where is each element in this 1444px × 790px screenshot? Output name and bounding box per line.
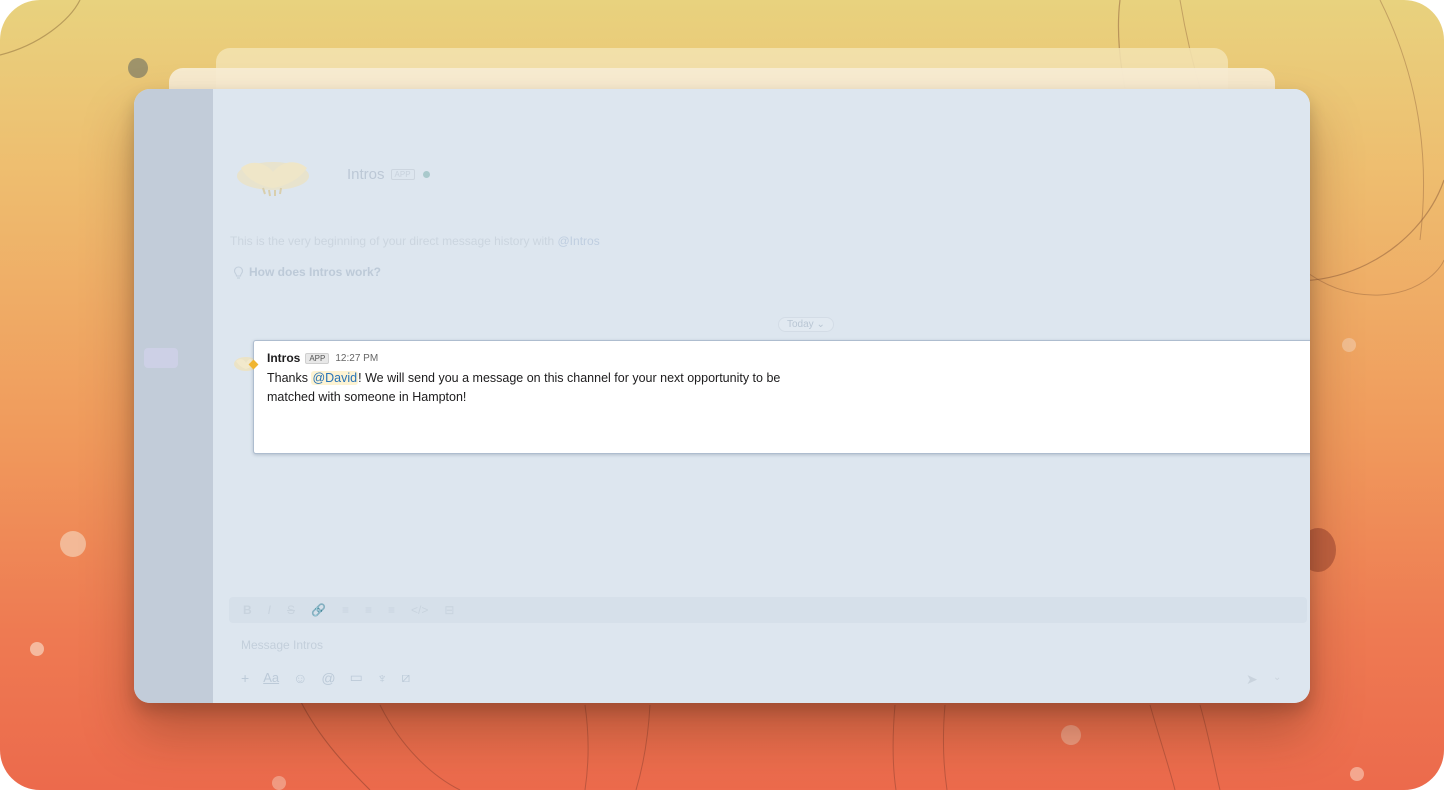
- lightbulb-icon: [233, 265, 244, 279]
- strikethrough-icon[interactable]: S: [287, 603, 295, 617]
- link-icon[interactable]: 🔗: [311, 603, 326, 617]
- sidebar: [134, 89, 213, 703]
- message-body: Thanks @David! We will send you a messag…: [267, 369, 787, 407]
- bg-dot: [1350, 767, 1364, 781]
- message-input[interactable]: Message Intros: [241, 638, 323, 652]
- composer-format-toolbar: B I S 🔗 ≡ ≡ ≡ </> ⊟: [229, 597, 1307, 623]
- app-profile-header: Intros APP: [233, 144, 430, 204]
- user-mention[interactable]: @David: [311, 371, 359, 385]
- message-header: Intros APP 12:27 PM: [267, 351, 378, 365]
- how-does-it-work-link[interactable]: How does Intros work?: [233, 265, 381, 279]
- code-block-icon[interactable]: ⊟: [444, 603, 454, 617]
- date-divider-label: Today: [787, 319, 814, 330]
- dm-intro-text: This is the very beginning of your direc…: [230, 234, 600, 248]
- chevron-down-icon: ⌄: [816, 319, 825, 330]
- handshake-icon: [237, 162, 309, 197]
- chevron-down-icon[interactable]: ⌄: [1273, 672, 1281, 683]
- message-timestamp[interactable]: 12:27 PM: [335, 353, 378, 364]
- ordered-list-icon[interactable]: ≡: [342, 603, 349, 617]
- mention-icon[interactable]: @: [321, 670, 335, 686]
- message-app-badge: APP: [305, 352, 330, 364]
- emoji-icon[interactable]: ☺: [293, 670, 307, 686]
- message-text: Thanks: [267, 371, 312, 385]
- plus-icon[interactable]: +: [241, 670, 249, 686]
- code-icon[interactable]: </>: [411, 603, 428, 617]
- app-name[interactable]: Intros: [347, 166, 385, 183]
- bg-dot: [272, 776, 286, 790]
- app-window: Intros APP This is the very beginning of…: [134, 89, 1310, 703]
- how-link-label: How does Intros work?: [249, 265, 382, 279]
- bg-dot: [1342, 338, 1356, 352]
- bg-dot: [128, 58, 148, 78]
- bg-dot: [1061, 725, 1081, 745]
- formatting-icon[interactable]: Aa: [263, 670, 279, 685]
- message-sender[interactable]: Intros: [267, 351, 300, 365]
- video-icon[interactable]: ▭: [350, 669, 363, 686]
- background-stage: Intros APP This is the very beginning of…: [0, 0, 1444, 790]
- sidebar-item-active[interactable]: [144, 348, 178, 368]
- presence-dot: [422, 170, 430, 178]
- microphone-icon[interactable]: ♆: [377, 670, 388, 686]
- intro-text: This is the very beginning of your direc…: [230, 234, 555, 248]
- app-badge: APP: [390, 168, 415, 180]
- message[interactable]: Intros APP 12:27 PM Thanks @David! We wi…: [248, 340, 1310, 454]
- bold-icon[interactable]: B: [243, 603, 252, 617]
- bg-dot: [60, 531, 86, 557]
- composer-actions: + Aa ☺ @ ▭ ♆ ⧄: [241, 669, 410, 686]
- date-divider[interactable]: Today ⌄: [778, 317, 834, 332]
- dm-panel: Intros APP This is the very beginning of…: [213, 89, 1310, 703]
- shortcuts-icon[interactable]: ⧄: [401, 669, 410, 686]
- blockquote-icon[interactable]: ≡: [388, 603, 395, 617]
- bg-dot: [30, 642, 44, 656]
- send-icon[interactable]: ➤: [1246, 671, 1258, 688]
- bulleted-list-icon[interactable]: ≡: [365, 603, 372, 617]
- italic-icon[interactable]: I: [268, 603, 271, 617]
- intro-mention-link[interactable]: @Intros: [558, 234, 600, 248]
